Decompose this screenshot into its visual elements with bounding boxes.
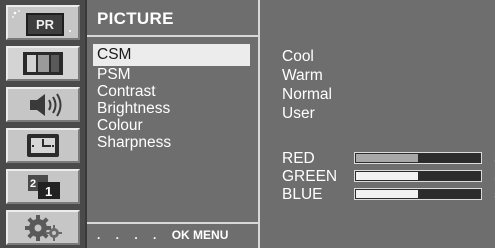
preset-normal[interactable]: Normal <box>282 86 332 103</box>
slider-red-label: RED <box>282 150 315 167</box>
slider-blue-fill <box>356 190 418 198</box>
osd-screen: PR 2 1 PICTURE CSM PSM Contrast Brightne… <box>0 0 495 248</box>
slider-green[interactable]: GREEN 50 <box>282 168 495 185</box>
category-audio[interactable] <box>6 87 80 122</box>
picture-icon <box>23 52 63 75</box>
footer-divider <box>87 222 258 224</box>
menu-item-brightness[interactable]: Brightness <box>93 100 250 117</box>
preset-cool[interactable]: Cool <box>282 48 314 65</box>
menu-item-colour[interactable]: Colour <box>93 117 250 134</box>
nav-dots: . . . . <box>97 228 163 242</box>
ok-menu-label: OK MENU <box>171 228 229 242</box>
menu-item-psm[interactable]: PSM <box>93 66 250 83</box>
category-input[interactable]: 2 1 <box>6 169 80 204</box>
picture-menu-panel: PICTURE CSM PSM Contrast Brightness Colo… <box>85 0 260 248</box>
menu-item-contrast[interactable]: Contrast <box>93 83 250 100</box>
input-source-icon: 2 1 <box>28 175 60 199</box>
gear-icon <box>25 215 62 241</box>
csm-options-panel: Cool Warm Normal User RED 50 GREEN 50 BL… <box>262 0 495 248</box>
slider-blue-label: BLUE <box>282 186 323 203</box>
clock-icon <box>27 134 59 157</box>
slider-green-label: GREEN <box>282 168 338 185</box>
menu-title: PICTURE <box>97 9 174 28</box>
title-divider <box>87 35 258 37</box>
input-a-label: 2 <box>30 178 36 190</box>
preset-user[interactable]: User <box>282 105 315 122</box>
slider-red[interactable]: RED 50 <box>282 150 495 167</box>
category-station[interactable]: PR <box>6 5 80 40</box>
slider-blue-track[interactable] <box>354 188 482 200</box>
speaker-icon <box>30 93 62 117</box>
slider-blue[interactable]: BLUE 50 <box>282 186 495 203</box>
category-setup[interactable] <box>6 210 80 245</box>
footer-hint: . . . . OK MENU <box>97 228 228 242</box>
input-b-label: 1 <box>45 184 52 199</box>
menu-item-csm[interactable]: CSM <box>93 44 250 66</box>
pr-icon: PR <box>26 13 64 36</box>
slider-green-fill <box>356 172 418 180</box>
menu-list: CSM PSM Contrast Brightness Colour Sharp… <box>87 44 258 151</box>
slider-green-track[interactable] <box>354 170 482 182</box>
category-picture[interactable] <box>6 46 80 81</box>
preset-warm[interactable]: Warm <box>282 67 323 84</box>
slider-red-fill <box>356 154 418 162</box>
slider-red-track[interactable] <box>354 152 482 164</box>
category-time[interactable] <box>6 128 80 163</box>
menu-item-sharpness[interactable]: Sharpness <box>93 134 250 151</box>
menu-category-bar: PR 2 1 <box>0 0 85 248</box>
